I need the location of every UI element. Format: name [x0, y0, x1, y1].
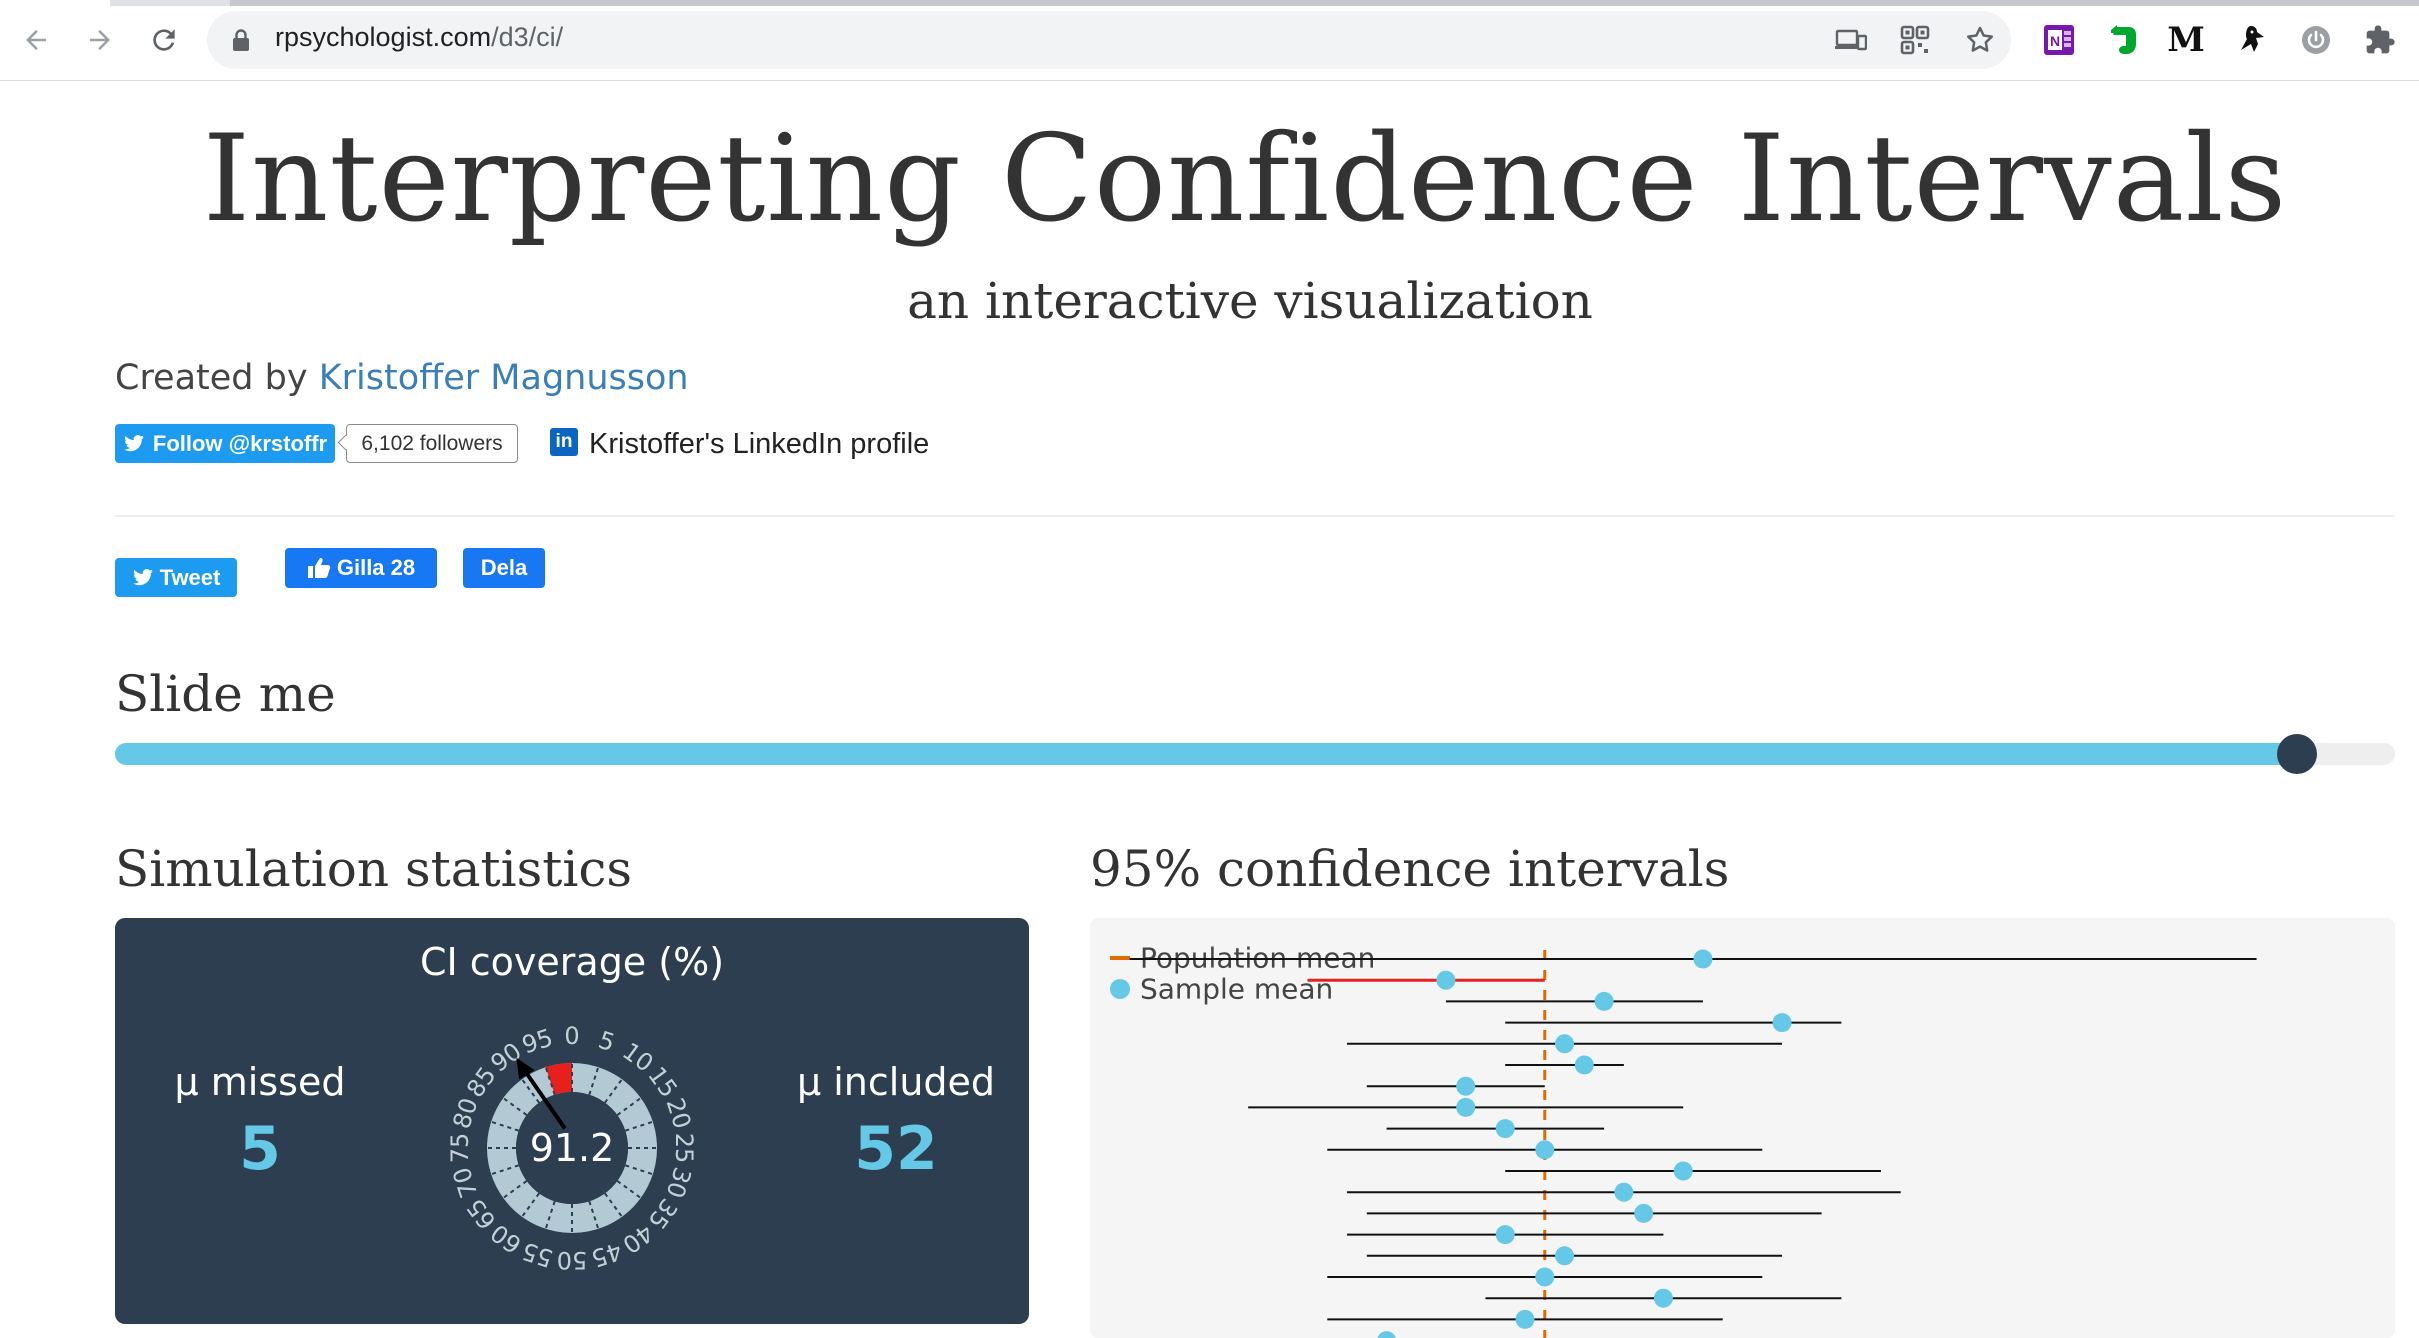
url-text[interactable]: rpsychologist.com/d3/ci/: [275, 22, 563, 53]
back-icon[interactable]: [14, 18, 58, 62]
facebook-share-button[interactable]: Dela: [463, 548, 545, 588]
ci-sample-mean-point: [1456, 1097, 1476, 1117]
legend-sample-swatch: [1110, 979, 1130, 999]
gauge-tick-label: 20: [660, 1095, 696, 1133]
ci-sample-mean-point: [1673, 1161, 1693, 1181]
created-prefix: Created by: [115, 358, 319, 398]
thumbs-up-icon: [307, 558, 330, 578]
gauge-tick-label: 75: [446, 1133, 474, 1164]
reload-icon[interactable]: [142, 18, 186, 62]
ci-sample-mean-point: [1377, 1331, 1396, 1338]
gauge-tick-label: 25: [670, 1133, 698, 1164]
simulation-stats-heading: Simulation statistics: [115, 840, 632, 898]
ci-sample-mean-point: [1456, 1076, 1476, 1096]
slider-fill: [115, 743, 2297, 765]
missed-label: μ missed: [174, 1060, 346, 1104]
url-path: /d3/ci/: [491, 22, 564, 52]
ci-sample-mean-point: [1436, 970, 1456, 990]
ci-sample-mean-point: [1653, 1288, 1673, 1308]
ci-sample-mean-point: [1614, 1182, 1634, 1202]
gauge-tick-label: 0: [564, 1022, 579, 1050]
medium-icon[interactable]: M: [2167, 20, 2205, 60]
twitter-bird-icon: [132, 568, 153, 585]
svg-text:N: N: [2050, 33, 2060, 49]
ci-sample-mean-point: [1772, 1013, 1792, 1033]
tweet-label: Tweet: [159, 564, 221, 590]
ci-sample-mean-point: [1535, 1267, 1555, 1287]
author-link[interactable]: Kristoffer Magnusson: [319, 358, 689, 398]
tab-strip-bar: [230, 0, 2419, 6]
twitter-bird-icon: [123, 434, 144, 451]
ci-sample-mean-point: [1574, 1055, 1594, 1075]
gauge-tick-label: 50: [557, 1246, 588, 1274]
forward-icon[interactable]: [78, 18, 122, 62]
simulation-stats-panel: 0 5 10 15 20 25 30 35 40 45 50 55 60 65 70 75 80 85 90 95 91…: [115, 918, 1029, 1324]
ci-sample-mean-point: [1495, 1119, 1515, 1139]
ci-chart: Population meanSample mean: [1110, 942, 2257, 1338]
extensions-icon[interactable]: [2362, 22, 2398, 58]
page-title: Interpreting Confidence Intervals: [202, 110, 2288, 249]
url-domain: rpsychologist.com: [275, 22, 492, 52]
star-icon[interactable]: [1962, 22, 1998, 58]
ci-sample-mean-point: [1555, 1034, 1575, 1054]
power-icon[interactable]: [2298, 22, 2334, 58]
tab-edge: [0, 0, 110, 6]
gauge-title: CI coverage (%): [419, 940, 725, 984]
included-value: 52: [854, 1114, 938, 1184]
follow-label: Follow @krstoffr: [152, 430, 328, 456]
slider-thumb[interactable]: [2276, 734, 2317, 774]
gauge-tick-label: 55: [519, 1236, 557, 1272]
gauge-tick-label: 70: [447, 1164, 483, 1202]
gauge-tick-label: 30: [660, 1164, 696, 1202]
ci-chart-panel: Population mean Sample mean: [1090, 918, 2395, 1338]
missed-value: 5: [239, 1114, 281, 1184]
lock-icon[interactable]: [232, 28, 250, 52]
page-subtitle: an interactive visualization: [907, 272, 1593, 330]
gauge-tick-label: 95: [519, 1023, 557, 1059]
twitter-follow-button[interactable]: Follow @krstoffr: [115, 424, 335, 463]
ci-chart-heading: 95% confidence intervals: [1090, 840, 1730, 898]
included-label: μ included: [796, 1060, 996, 1104]
bird-icon[interactable]: [2234, 22, 2270, 58]
browser-toolbar: rpsychologist.com/d3/ci/ N M: [0, 0, 2419, 81]
author-line: Created by Kristoffer Magnusson: [115, 358, 689, 398]
ci-sample-mean-point: [1594, 991, 1614, 1011]
gauge-tick-label: 80: [447, 1095, 483, 1133]
ci-sample-mean-point: [1634, 1203, 1654, 1223]
ci-sample-mean-point: [1693, 949, 1713, 969]
divider: [115, 515, 2395, 517]
ci-sample-mean-point: [1535, 1140, 1555, 1160]
followers-count[interactable]: 6,102 followers: [346, 424, 518, 463]
ci-sample-mean-point: [1555, 1246, 1575, 1266]
linkedin-icon[interactable]: in: [550, 428, 578, 456]
qr-code-icon[interactable]: [1897, 22, 1933, 58]
coverage-value: 91.2: [530, 1126, 615, 1170]
gauge-tick-label: 45: [588, 1236, 626, 1272]
sample-size-slider[interactable]: [115, 743, 2395, 765]
legend-sample-label: Sample mean: [1140, 973, 1333, 1006]
onenote-icon[interactable]: N: [2041, 22, 2077, 58]
gauge-tick-label: 5: [595, 1026, 618, 1057]
devices-icon[interactable]: [1833, 22, 1869, 58]
evernote-icon[interactable]: [2106, 22, 2142, 58]
linkedin-link[interactable]: Kristoffer's LinkedIn profile: [589, 428, 929, 461]
ci-sample-mean-point: [1495, 1225, 1515, 1245]
slider-heading: Slide me: [115, 665, 336, 723]
ci-sample-mean-point: [1515, 1309, 1535, 1329]
tweet-button[interactable]: Tweet: [115, 558, 237, 597]
facebook-like-button[interactable]: Gilla 28: [285, 548, 437, 588]
like-label: Gilla 28: [336, 555, 416, 580]
